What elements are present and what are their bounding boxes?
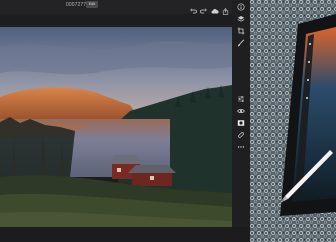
bottom-bar [0,227,250,242]
sliders-icon[interactable] [237,95,245,103]
undo-icon[interactable] [190,2,197,14]
edited-photo[interactable] [0,27,232,227]
photo-editor-app: 0007277 Edit [0,0,250,242]
mask-icon[interactable] [237,119,245,127]
more-icon[interactable] [237,143,245,151]
tablet-stylus-photo [250,0,336,242]
info-icon[interactable] [237,3,245,11]
redo-icon[interactable] [200,2,207,14]
crop-icon[interactable] [237,27,245,35]
right-tool-rail [232,0,250,242]
brush-icon[interactable] [237,39,245,47]
document-name: 0007277 [66,2,87,8]
share-icon[interactable] [222,2,229,15]
cloud-icon[interactable] [211,2,219,14]
document-badge[interactable]: Edit [86,1,98,8]
heal-icon[interactable] [237,131,245,139]
top-toolbar: 0007277 Edit [0,0,250,15]
layers-icon[interactable] [237,15,245,23]
eye-icon[interactable] [237,107,245,115]
